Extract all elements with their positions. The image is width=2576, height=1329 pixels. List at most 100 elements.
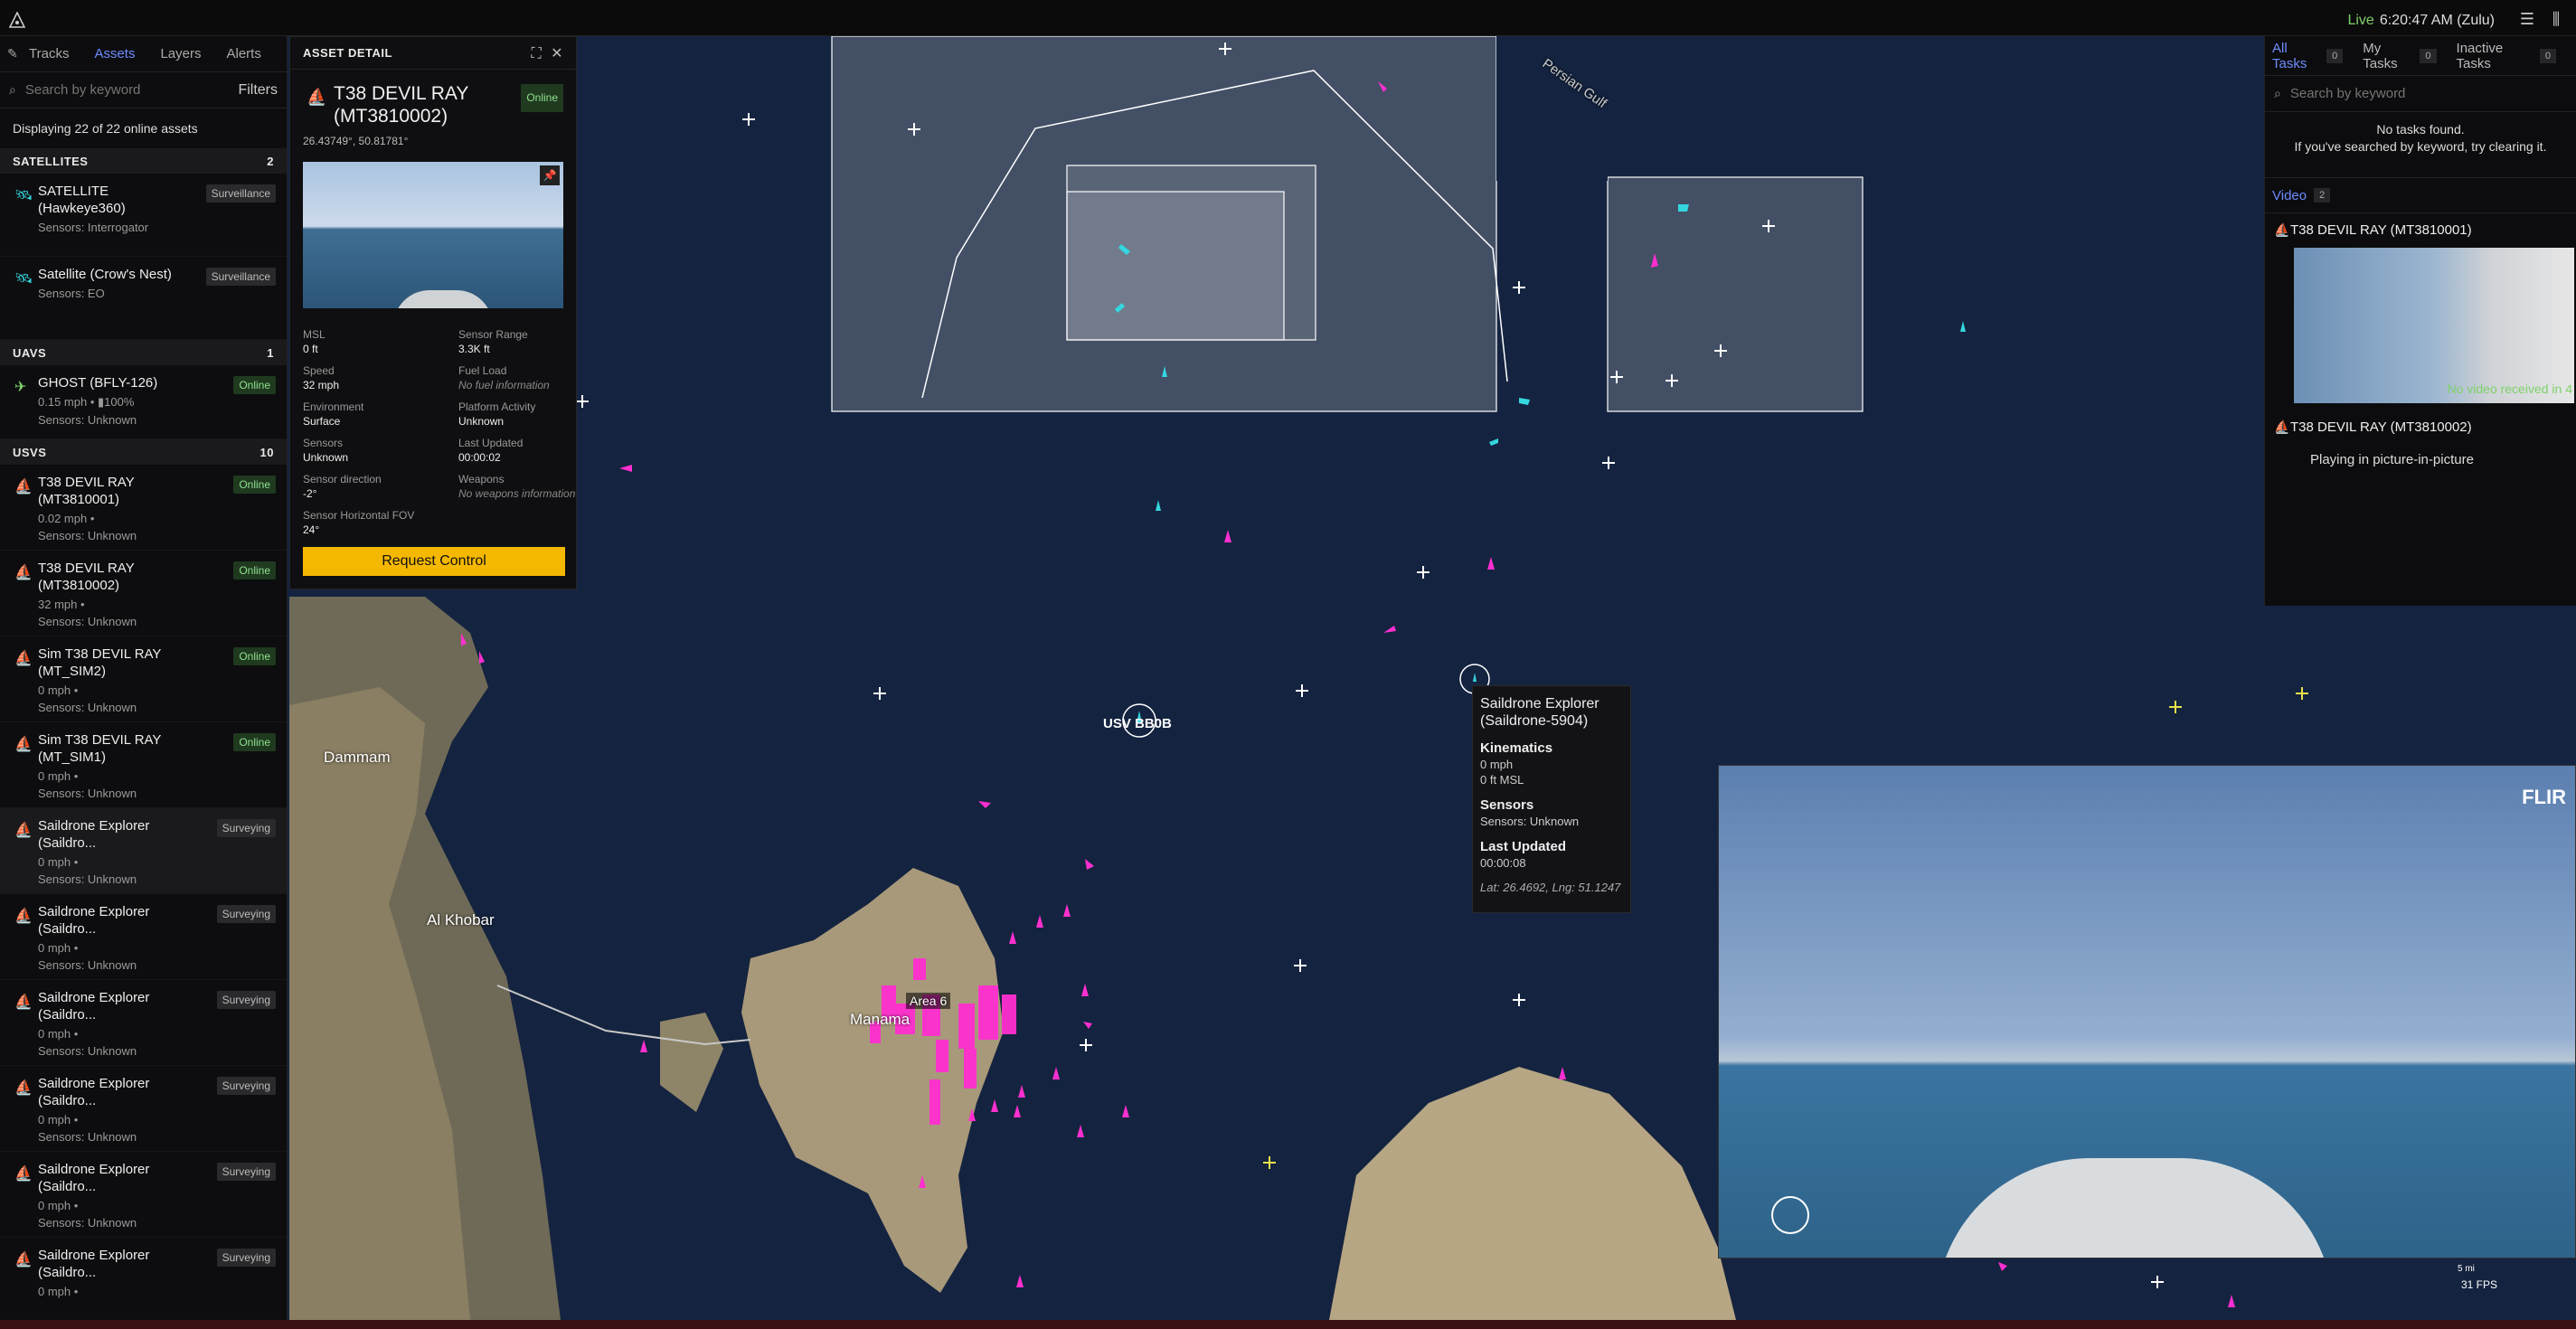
expand-icon[interactable]: ⛶ xyxy=(532,46,543,61)
asset-name: T38 DEVIL RAY (MT3810001) xyxy=(38,475,135,507)
asset-name: Saildrone Explorer (Saildro... xyxy=(38,990,150,1023)
clock-time: 6:20:47 AM (Zulu) xyxy=(2379,13,2495,28)
tab-all-tasks[interactable]: All Tasks 0 xyxy=(2272,41,2344,71)
section-count: 1 xyxy=(267,345,274,360)
asset-search-input[interactable] xyxy=(24,82,239,98)
list-item-usv[interactable]: ⛵ Saildrone Explorer (Saildro... 0 mph • Se… xyxy=(0,894,287,980)
tab-count: 0 xyxy=(2539,48,2557,63)
tab-inactive-tasks[interactable]: Inactive Tasks 0 xyxy=(2456,40,2557,71)
asset-fields: MSL 0 ft Sensor Range 3.3K ft Speed 32 mph Fue… xyxy=(290,316,576,536)
flir-text: FLIR xyxy=(2522,786,2566,808)
usv-icon: ⛵ xyxy=(14,479,33,495)
section-usvs[interactable]: USVS 10 xyxy=(0,439,287,465)
task-search-row: ⌕ xyxy=(2265,76,2576,112)
left-tabs: ✎ Tracks Assets Layers Alerts xyxy=(0,36,287,72)
video-label: Video xyxy=(2272,187,2307,203)
list-item-ghost[interactable]: ✈ GHOST (BFLY-126) 0.15 mph • ▮100% Sens… xyxy=(0,365,287,439)
detail-field: Platform Activity Unknown xyxy=(458,401,576,428)
left-panel: ✎ Tracks Assets Layers Alerts ⌕ Filters … xyxy=(0,36,288,1320)
usv-icon: ⛵ xyxy=(14,909,33,924)
list-item-usv[interactable]: ⛵ Sim T38 DEVIL RAY (MT_SIM1) 0 mph • Senso… xyxy=(0,722,287,808)
columns-icon[interactable]: ⫼ xyxy=(2547,11,2565,27)
list-item-satellite-crows-nest[interactable]: 🛰 Satellite (Crow's Nest) Sensors: EO Su… xyxy=(0,257,287,340)
request-control-button[interactable]: Request Control xyxy=(303,547,565,576)
section-uavs[interactable]: UAVS 1 xyxy=(0,340,287,365)
field-label: Environment xyxy=(303,401,364,413)
list-item-usv[interactable]: ⛵ Saildrone Explorer (Saildro... 0 mph • Se… xyxy=(0,1066,287,1152)
section-satellites[interactable]: SATELLITES 2 xyxy=(0,148,287,174)
video-item-name: T38 DEVIL RAY (MT3810002) xyxy=(2290,419,2472,435)
no-tasks-hint: If you've searched by keyword, try clear… xyxy=(2294,139,2547,154)
pin-icon[interactable]: ✎ xyxy=(7,46,29,61)
usv-list: ⛵ T38 DEVIL RAY (MT3810001) 0.02 mph • Sens… xyxy=(0,465,287,1320)
tab-assets[interactable]: Assets xyxy=(94,37,135,71)
field-label: Sensor Horizontal FOV xyxy=(303,509,415,522)
field-label: Speed xyxy=(303,364,335,377)
pin-video-icon[interactable]: 📌 xyxy=(540,165,560,185)
video-thumbnail-1[interactable]: No video received in 4 xyxy=(2294,248,2574,403)
asset-name: T38 DEVIL RAY (MT3810002) xyxy=(38,561,135,593)
asset-detail-title: ASSET DETAIL xyxy=(303,46,392,60)
tab-my-tasks[interactable]: My Tasks 0 xyxy=(2363,41,2437,71)
status-badge: Online xyxy=(233,476,276,494)
satellite-icon: 🛰 xyxy=(14,188,33,203)
list-item-usv[interactable]: ⛵ T38 DEVIL RAY (MT3810001) 0.02 mph • Sens… xyxy=(0,465,287,551)
close-icon[interactable]: ✕ xyxy=(551,46,563,61)
video-section-header[interactable]: Video 2 xyxy=(2265,177,2576,213)
list-item-usv[interactable]: ⛵ Saildrone Explorer (Saildro... 0 mph • Se… xyxy=(0,808,287,894)
video-count: 2 xyxy=(2314,188,2331,203)
asset-name: Satellite (Crow's Nest) xyxy=(38,267,172,282)
list-item-usv[interactable]: ⛵ Sim T38 DEVIL RAY (MT_SIM2) 0 mph • Senso… xyxy=(0,636,287,722)
tab-label: Inactive Tasks xyxy=(2456,40,2504,71)
field-value: Unknown xyxy=(458,415,505,428)
usv-icon: ⛵ xyxy=(2274,222,2290,237)
section-title: UAVS xyxy=(13,345,47,360)
app-logo-icon[interactable] xyxy=(9,12,25,28)
video-item-2[interactable]: ⛵ T38 DEVIL RAY (MT3810002) xyxy=(2265,410,2576,443)
usv-icon: ⛵ xyxy=(14,737,33,752)
asset-sensors: Sensors: Unknown xyxy=(38,872,137,886)
list-item-usv[interactable]: ⛵ T38 DEVIL RAY (MT3810002) 32 mph • Sensor… xyxy=(0,551,287,636)
field-value: 24° xyxy=(303,523,320,536)
flir-logo: FLIR xyxy=(2522,786,2566,809)
video-thumbnail[interactable]: 📌 xyxy=(303,162,563,308)
usv-icon: ⛵ xyxy=(307,88,327,106)
menu-icon[interactable]: ☰ xyxy=(2518,11,2536,27)
tab-layers[interactable]: Layers xyxy=(160,37,201,71)
list-item-usv[interactable]: ⛵ Saildrone Explorer (Saildro... 0 mph • Se… xyxy=(0,1152,287,1238)
usv-bb0b-label[interactable]: USV BB0B xyxy=(1103,716,1172,731)
task-search-input[interactable] xyxy=(2289,86,2567,101)
tab-count: 0 xyxy=(2420,48,2437,63)
status-badge: Online xyxy=(233,647,276,665)
zone-inner xyxy=(1066,191,1285,341)
section-count: 2 xyxy=(267,154,274,168)
list-item-usv[interactable]: ⛵ Saildrone Explorer (Saildro... 0 mph • Su… xyxy=(0,1238,287,1320)
tooltip-speed: 0 mph xyxy=(1480,758,1514,771)
field-value: No weapons information xyxy=(458,487,576,500)
field-value: Unknown xyxy=(303,451,349,464)
satellite-icon: 🛰 xyxy=(14,271,33,287)
asset-name: GHOST (BFLY-126) xyxy=(38,375,158,391)
usv-icon: ⛵ xyxy=(14,565,33,580)
tab-tracks[interactable]: Tracks xyxy=(29,37,69,71)
field-value: -2° xyxy=(303,487,317,500)
pip-video-player[interactable]: FLIR xyxy=(1718,765,2576,1258)
saildrone-marker xyxy=(1473,673,1477,682)
list-item-usv[interactable]: ⛵ Saildrone Explorer (Saildro... 0 mph • Se… xyxy=(0,980,287,1066)
section-title: USVS xyxy=(13,445,47,459)
status-badge: Surveying xyxy=(216,1163,276,1181)
list-item-satellite-hawkeye[interactable]: 🛰 SATELLITE (Hawkeye360) Sensors: Interr… xyxy=(0,174,287,257)
area-label[interactable]: Area 6 xyxy=(906,993,951,1009)
tab-alerts[interactable]: Alerts xyxy=(227,37,261,71)
asset-sensors: Sensors: Unknown xyxy=(38,413,137,427)
section-count: 10 xyxy=(259,445,274,459)
asset-speed: 0 mph • xyxy=(38,1199,79,1212)
city-manama: Manama xyxy=(850,1011,911,1028)
taskbar-strip xyxy=(0,1320,2576,1329)
asset-detail-panel: ASSET DETAIL ⛶ ✕ ⛵ T38 DEVIL RAY (MT3810… xyxy=(289,36,577,589)
video-item-1[interactable]: ⛵ T38 DEVIL RAY (MT3810001) xyxy=(2265,213,2576,246)
no-tasks-title: No tasks found. xyxy=(2376,122,2465,137)
land-small-island xyxy=(660,1013,723,1112)
filters-button[interactable]: Filters xyxy=(238,82,278,99)
asset-name: Saildrone Explorer (Saildro... xyxy=(38,818,150,851)
